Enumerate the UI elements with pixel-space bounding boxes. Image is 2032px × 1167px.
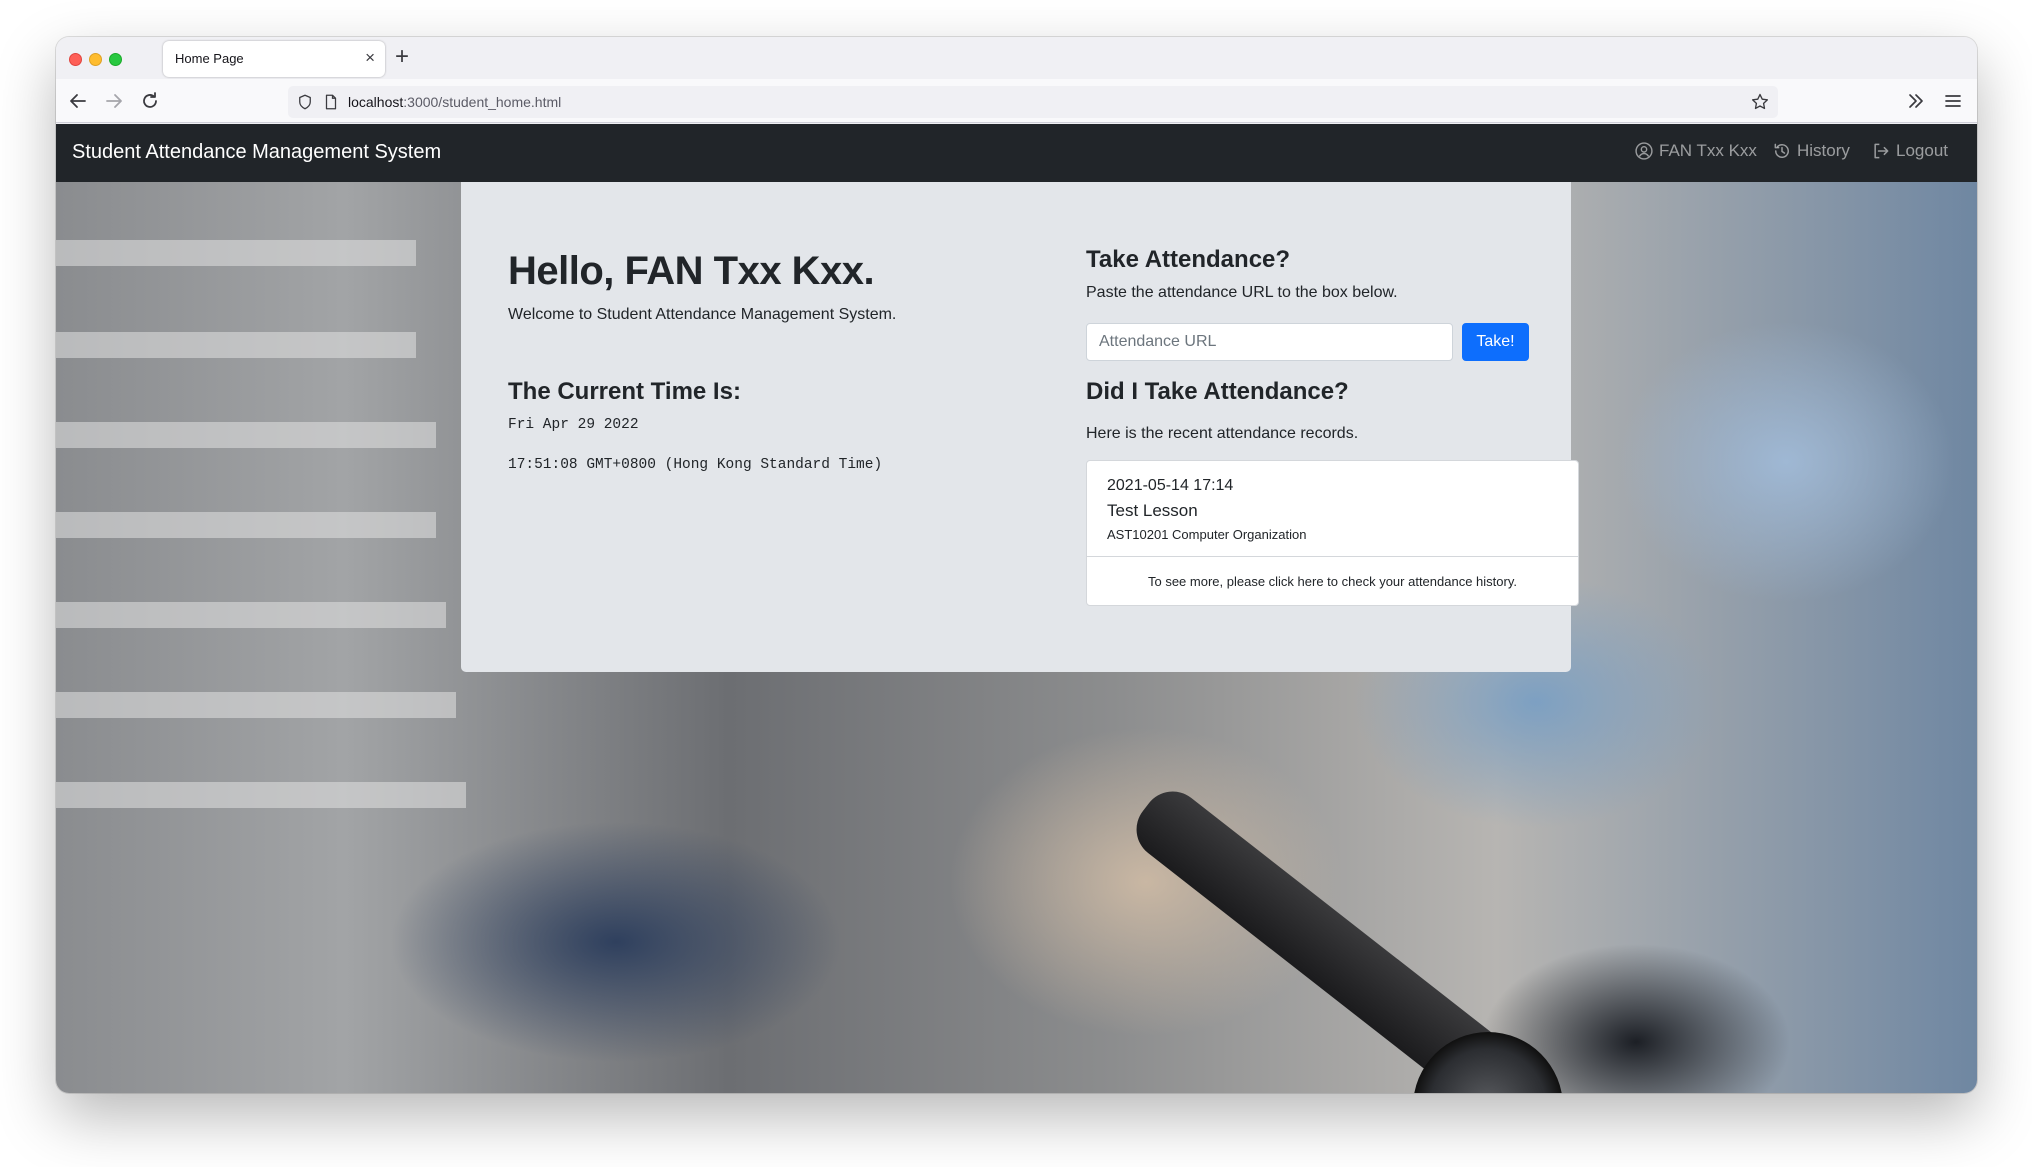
maximize-window-button[interactable]	[109, 53, 122, 66]
nav-logout-link[interactable]: Logout	[1871, 141, 1948, 161]
tab-title: Home Page	[175, 51, 244, 66]
welcome-text: Welcome to Student Attendance Management…	[508, 306, 897, 323]
bg-stripe	[56, 332, 416, 358]
menu-icon[interactable]	[1941, 89, 1965, 113]
records-subtext: Here is the recent attendance records.	[1086, 425, 1359, 442]
tab-home-page[interactable]: Home Page ×	[163, 41, 385, 77]
greeting-title: Hello, FAN Txx Kxx.	[508, 249, 875, 293]
back-icon[interactable]	[66, 89, 90, 113]
record-course: AST10201 Computer Organization	[1107, 527, 1307, 542]
navbar-brand[interactable]: Student Attendance Management System	[72, 141, 441, 164]
nav-history-link[interactable]: History	[1772, 141, 1850, 161]
current-time-heading: The Current Time Is:	[508, 378, 741, 405]
close-window-button[interactable]	[69, 53, 82, 66]
record-lesson: Test Lesson	[1107, 501, 1198, 520]
new-tab-icon[interactable]: +	[395, 45, 409, 69]
take-attendance-heading: Take Attendance?	[1086, 246, 1291, 273]
tab-close-icon[interactable]: ×	[365, 48, 375, 68]
bg-stripe	[56, 782, 466, 808]
bg-stripe	[56, 422, 436, 448]
nav-user-label: FAN Txx Kxx	[1659, 141, 1757, 160]
logout-icon	[1874, 143, 1889, 159]
bg-stripe	[56, 512, 436, 538]
forward-icon[interactable]	[102, 89, 126, 113]
app-navbar: Student Attendance Management System FAN…	[56, 124, 1977, 182]
history-icon	[1774, 143, 1789, 158]
bookmark-star-icon[interactable]	[1750, 92, 1770, 112]
nav-logout-label: Logout	[1896, 141, 1948, 160]
take-attendance-subtext: Paste the attendance URL to the box belo…	[1086, 284, 1398, 301]
user-circle-icon	[1635, 142, 1653, 160]
nav-user-link[interactable]: FAN Txx Kxx	[1634, 141, 1757, 161]
take-button[interactable]: Take!	[1462, 323, 1529, 361]
current-date: Fri Apr 29 2022	[508, 417, 639, 433]
page-icon[interactable]	[322, 93, 340, 111]
attendance-url-input[interactable]	[1086, 323, 1453, 361]
records-heading: Did I Take Attendance?	[1086, 378, 1349, 405]
minimize-window-button[interactable]	[89, 53, 102, 66]
bg-stripe	[56, 692, 456, 718]
address-bar[interactable]: localhost:3000/student_home.html	[288, 86, 1778, 118]
shield-icon[interactable]	[296, 93, 314, 111]
see-more-history-link[interactable]: To see more, please click here to check …	[1087, 556, 1578, 605]
attendance-record-card: 2021-05-14 17:14 Test Lesson AST10201 Co…	[1086, 460, 1579, 606]
main-card: Hello, FAN Txx Kxx. Welcome to Student A…	[461, 182, 1579, 672]
bg-stripe	[56, 240, 416, 266]
current-clock: 17:51:08 GMT+0800 (Hong Kong Standard Ti…	[508, 457, 883, 473]
url-path: :3000/student_home.html	[403, 94, 562, 110]
browser-toolbar: localhost:3000/student_home.html	[56, 79, 1977, 123]
overflow-chevrons-icon[interactable]	[1904, 89, 1928, 113]
bg-stripe	[56, 602, 446, 628]
url-text[interactable]: localhost:3000/student_home.html	[348, 94, 561, 110]
nav-history-label: History	[1797, 141, 1850, 160]
reload-icon[interactable]	[138, 89, 162, 113]
browser-window: Home Page × + localhost:3000/student_hom…	[56, 37, 1977, 1093]
tab-strip: Home Page × +	[56, 37, 1977, 79]
url-host: localhost	[348, 94, 404, 110]
page-viewport: Student Attendance Management System FAN…	[56, 124, 1977, 1093]
hero-background-image: Hello, FAN Txx Kxx. Welcome to Student A…	[56, 182, 1977, 1093]
record-datetime: 2021-05-14 17:14	[1107, 477, 1234, 494]
